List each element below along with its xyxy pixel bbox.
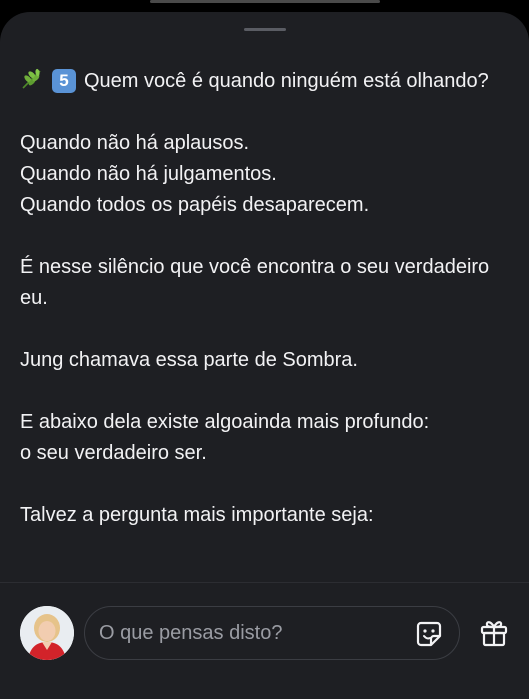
herb-icon: [22, 68, 41, 89]
status-bar-fragment: [150, 0, 380, 3]
text-line: Jung chamava essa parte de Sombra.: [20, 349, 358, 371]
paragraph-5: Talvez a pergunta mais importante seja:: [20, 500, 510, 531]
text-line: o seu verdadeiro ser.: [20, 442, 207, 464]
paragraph-2: É nesse silêncio que você encontra o seu…: [20, 252, 510, 314]
text-line: Quando não há julgamentos.: [20, 163, 277, 185]
comment-field-container: [84, 606, 460, 660]
bottom-sheet: 5 Quem você é quando ninguém está olhando…: [0, 12, 529, 699]
gift-icon[interactable]: [478, 616, 510, 648]
text-line: Quando não há aplausos.: [20, 132, 250, 154]
post-title-text: Quem você é quando ninguém está olhando?: [84, 70, 489, 92]
text-line: Talvez a pergunta mais importante seja:: [20, 504, 374, 526]
avatar-portrait: [20, 606, 74, 660]
paragraph-1: Quando não há aplausos. Quando não há ju…: [20, 128, 510, 221]
post-body: 5 Quem você é quando ninguém está olhando…: [20, 66, 510, 562]
number-badge: 5: [52, 69, 76, 93]
user-avatar[interactable]: [20, 606, 74, 660]
sticker-icon[interactable]: [415, 620, 443, 648]
sheet-grab-handle[interactable]: [244, 28, 286, 31]
text-line: É nesse silêncio que você encontra o seu…: [20, 256, 490, 309]
text-line: E abaixo dela existe algoainda mais prof…: [20, 411, 430, 433]
comment-input[interactable]: [99, 607, 399, 659]
paragraph-3: Jung chamava essa parte de Sombra.: [20, 345, 510, 376]
text-line: Quando todos os papéis desaparecem.: [20, 194, 370, 216]
post-title: 5 Quem você é quando ninguém está olhando…: [20, 66, 510, 97]
comment-composer: [0, 582, 529, 699]
paragraph-4: E abaixo dela existe algoainda mais prof…: [20, 407, 510, 469]
